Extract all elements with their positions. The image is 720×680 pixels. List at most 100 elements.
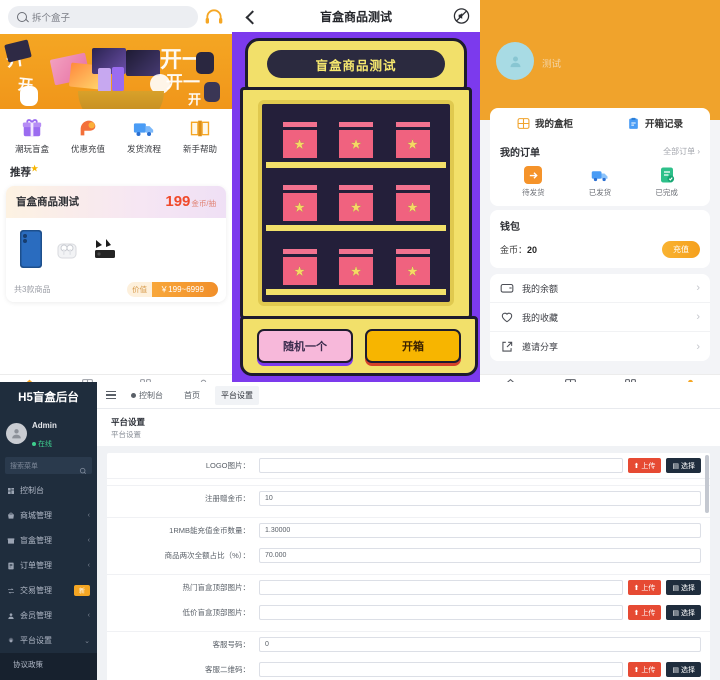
promo-banner[interactable]: 开 开 开一 开一 开 <box>0 34 232 109</box>
all-orders-link[interactable]: 全部订单 › <box>663 146 700 157</box>
star-icon: ★ <box>406 262 419 279</box>
blind-box[interactable]: ★ <box>393 183 432 224</box>
register-coin-input[interactable]: 10 <box>259 491 701 506</box>
search-input[interactable]: 拆个盒子 <box>8 6 198 28</box>
list-item-label: 我的余额 <box>522 283 559 294</box>
form-row-service-qr: 客服二维码： ⬆ 上传 ▤ 选择 <box>107 657 710 680</box>
quick-link-label: 潮玩盲盒 <box>14 144 49 154</box>
upload-button[interactable]: ⬆ 上传 <box>627 605 662 620</box>
avatar[interactable] <box>496 42 534 80</box>
field-control: ⬆ 上传 ▤ 选择 <box>259 458 710 473</box>
list-item-favorites[interactable]: 我的收藏 › <box>490 303 710 332</box>
select-button[interactable]: ▤ 选择 <box>666 580 701 595</box>
hamburger-icon[interactable] <box>106 391 116 399</box>
admin-sidebar: H5盲盒后台 Admin 在线 搜索菜单 控制台 商城管理 ‹ 盲盒管理 ‹ 订… <box>0 382 97 680</box>
upload-button[interactable]: ⬆ 上传 <box>627 580 662 595</box>
sidebar-item-orders[interactable]: 订单管理 ‹ <box>0 553 97 578</box>
blind-box[interactable]: ★ <box>337 246 375 287</box>
upload-icon: ⬆ <box>633 666 640 674</box>
star-icon: ★ <box>349 262 363 279</box>
rmb-rate-input[interactable]: 1.30000 <box>259 523 701 538</box>
quick-link-blindbox[interactable]: 潮玩盲盒 <box>4 117 60 155</box>
chevron-left-icon[interactable] <box>245 10 260 25</box>
blind-box[interactable]: ★ <box>393 120 432 160</box>
star-icon: ★ <box>406 136 419 152</box>
upload-label: 上传 <box>641 462 656 470</box>
form-row-service-phone: 客服号码： 0 <box>107 632 710 657</box>
truck-icon <box>133 117 155 139</box>
open-box-button[interactable]: 开箱 <box>365 329 461 363</box>
quick-link-recharge[interactable]: 优惠充值 <box>60 117 116 155</box>
sidebar-item-label: 平台设置 <box>20 636 52 645</box>
sidebar-item-label: 控制台 <box>20 486 44 495</box>
list-item-invite[interactable]: 邀请分享 › <box>490 332 710 361</box>
service-phone-input[interactable]: 0 <box>259 637 701 652</box>
sound-off-icon[interactable] <box>453 8 470 25</box>
random-one-button[interactable]: 随机一个 <box>257 329 353 363</box>
gift-box-icon <box>21 117 43 139</box>
order-status-completed[interactable]: 已完成 <box>633 166 700 198</box>
field-label: 客服二维码： <box>205 665 250 674</box>
sidebar-item-platform-settings[interactable]: 平台设置 ⌄ <box>0 628 97 653</box>
machine-plaque: 盲盒商品测试 <box>267 50 445 78</box>
admin-user-profile[interactable]: Admin 在线 <box>0 412 97 457</box>
settings-icon <box>7 636 15 645</box>
field-label: 商品两次全额占比（%）： <box>164 551 250 560</box>
sidebar-item-trade[interactable]: 交易管理 新 <box>0 578 97 603</box>
clipboard-icon <box>627 117 640 130</box>
product-card[interactable]: 盲盒商品测试 199金币/抽 共3款商品 价值 ￥199~6999 <box>6 185 226 302</box>
phone-home-screen: 拆个盒子 开 开 开一 开一 开 <box>0 0 232 404</box>
list-item-balance[interactable]: 我的余额 › <box>490 274 710 303</box>
hot-banner-input[interactable] <box>259 580 623 595</box>
sidebar-item-banner[interactable]: 轮播图管理 <box>0 676 97 680</box>
tab-platform-settings[interactable]: 平台设置 <box>215 385 259 405</box>
ratio-input[interactable]: 70.000 <box>259 548 701 563</box>
sidebar-item-shop[interactable]: 商城管理 ‹ <box>0 503 97 528</box>
upload-label: 上传 <box>641 584 656 592</box>
quick-link-shipping[interactable]: 发货流程 <box>116 117 172 155</box>
low-banner-input[interactable] <box>259 605 623 620</box>
machine-base: 随机一个 开箱 <box>240 316 478 376</box>
order-status-shipped[interactable]: 已发货 <box>567 166 634 198</box>
blind-box[interactable]: ★ <box>280 246 319 287</box>
vertical-scrollbar[interactable] <box>705 455 709 513</box>
blind-box[interactable]: ★ <box>337 120 375 160</box>
select-button[interactable]: ▤ 选择 <box>666 662 701 677</box>
select-button[interactable]: ▤ 选择 <box>666 605 701 620</box>
order-status-pending[interactable]: 待发货 <box>500 166 567 198</box>
value-tag-label: 价值 <box>127 281 153 297</box>
product-price-unit: 金币/抽 <box>191 199 216 208</box>
sidebar-item-blindbox[interactable]: 盲盒管理 ‹ <box>0 528 97 553</box>
sidebar-search-input[interactable]: 搜索菜单 <box>5 457 92 474</box>
tab-home[interactable]: 首页 <box>178 386 206 405</box>
upload-button[interactable]: ⬆ 上传 <box>627 662 662 677</box>
camera-thumb <box>95 238 115 258</box>
form-row-low-banner: 低价盲盒顶部图片： ⬆ 上传 ▤ 选择 <box>107 600 710 625</box>
sidebar-item-dashboard[interactable]: 控制台 <box>0 478 97 503</box>
tab-dashboard[interactable]: 控制台 <box>125 386 169 405</box>
order-icon <box>7 562 15 570</box>
page-title: 平台设置 <box>111 417 146 427</box>
upload-button[interactable]: ⬆ 上传 <box>627 458 662 473</box>
screen-root: 拆个盒子 开 开 开一 开一 开 <box>0 0 720 680</box>
blind-box[interactable]: ★ <box>280 183 319 224</box>
quick-link-help[interactable]: 新手帮助 <box>172 117 228 155</box>
sidebar-item-members[interactable]: 会员管理 ‹ <box>0 603 97 628</box>
select-button[interactable]: ▤ 选择 <box>666 458 701 473</box>
blind-box[interactable]: ★ <box>337 183 375 224</box>
chevron-right-icon: › <box>697 147 700 156</box>
sidebar-item-agreement[interactable]: 协议政策 <box>0 653 97 676</box>
tab-open-records[interactable]: 开箱记录 <box>600 108 710 138</box>
headset-icon[interactable] <box>204 7 224 27</box>
logo-input[interactable] <box>259 458 623 473</box>
blind-box[interactable]: ★ <box>393 246 432 287</box>
coin-balance: 金币：20 <box>500 243 537 256</box>
service-qr-input[interactable] <box>259 662 623 677</box>
blind-box[interactable]: ★ <box>280 120 319 160</box>
field-label: 低价盲盒顶部图片： <box>182 608 251 617</box>
sidebar-item-label: 盲盒管理 <box>20 536 52 545</box>
sidebar-item-label: 会员管理 <box>20 611 52 620</box>
sidebar-item-label: 商城管理 <box>20 511 52 520</box>
tab-my-cabinet[interactable]: 我的盒柜 <box>490 108 600 138</box>
recharge-button[interactable]: 充值 <box>662 241 700 258</box>
